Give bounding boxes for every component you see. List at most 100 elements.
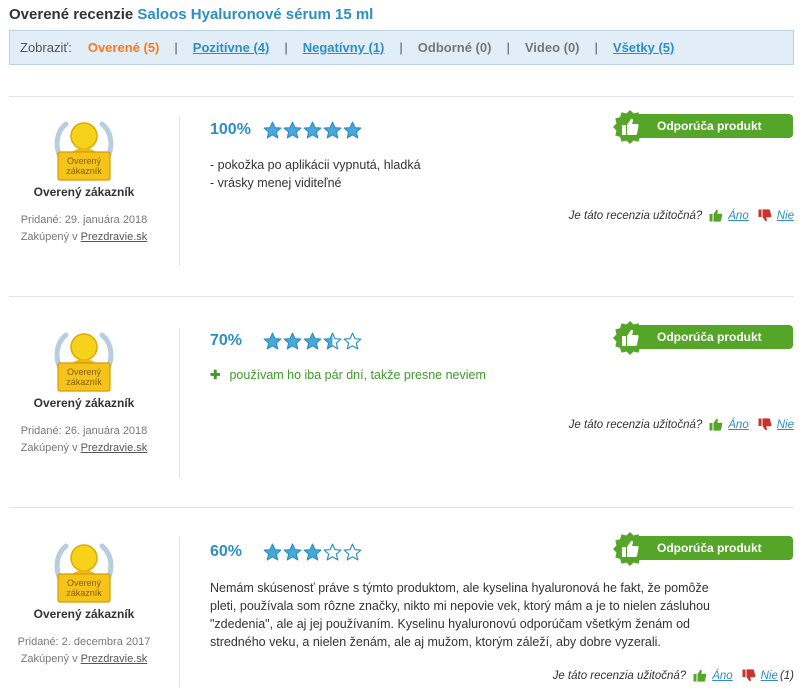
review-meta: Pridané: 2. decembra 2017 Zakúpený v Pre… (9, 634, 159, 668)
review-helpful: Je táto recenzia užitočná? Áno Nie (1) (553, 669, 794, 682)
thumb-up-icon[interactable] (709, 418, 723, 431)
review-date: Pridané: 29. januára 2018 (20, 214, 148, 226)
review-meta: Pridané: 29. januára 2018 Zakúpený v Pre… (9, 212, 159, 246)
star-empty-icon (323, 543, 342, 561)
review-author: Overený zákazník (33, 607, 135, 621)
shop-link[interactable]: Prezdravie.sk (81, 653, 148, 665)
recommend-label: Odporúča produkt (627, 536, 793, 560)
star-full-icon (303, 543, 322, 561)
filter-verified[interactable]: Overené (5) (88, 40, 160, 55)
star-full-icon (283, 332, 302, 350)
filter-separator: | (399, 40, 403, 55)
filter-label: Zobraziť: (20, 40, 72, 55)
star-full-icon (263, 121, 282, 139)
rating-stars (263, 121, 362, 140)
review-divider (9, 96, 794, 97)
plus-icon: ✚ (210, 368, 221, 382)
review-item: Overený zákazník Overený zákazník Pridané… (9, 507, 794, 699)
helpful-yes-link[interactable]: Áno (712, 670, 732, 682)
review-source: Zakúpený v Prezdravie.sk (9, 651, 159, 668)
filter-expert[interactable]: Odborné (0) (418, 40, 492, 55)
review-source: Zakúpený v Prezdravie.sk (9, 229, 159, 246)
filter-negative[interactable]: Negatívny (1) (303, 40, 385, 55)
thumbs-up-seal-icon (613, 532, 647, 566)
filter-separator: | (174, 40, 178, 55)
review-divider (9, 507, 794, 508)
star-full-icon (323, 121, 342, 139)
review-author: Overený zákazník (33, 185, 135, 199)
review-source-prefix: Zakúpený v (20, 442, 78, 454)
review-column-divider (179, 537, 180, 687)
review-pro-text: používam ho iba pár dní, takže presne ne… (229, 368, 486, 382)
page-title: Overené recenzie Saloos Hyaluronové séru… (9, 6, 373, 23)
recommend-label: Odporúča produkt (627, 325, 793, 349)
svg-text:Overený: Overený (67, 156, 102, 166)
thumb-down-icon[interactable] (742, 669, 756, 682)
review-divider (9, 296, 794, 297)
filter-separator: | (506, 40, 510, 55)
review-item: Overený zákazník Overený zákazník Pridané… (9, 96, 794, 296)
filter-separator: | (594, 40, 598, 55)
review-source-prefix: Zakúpený v (20, 653, 78, 665)
helpful-question: Je táto recenzia užitočná? (568, 209, 703, 222)
filter-positive[interactable]: Pozitívne (4) (193, 40, 270, 55)
filter-video[interactable]: Video (0) (525, 40, 580, 55)
review-helpful: Je táto recenzia užitočná? Áno Nie (569, 209, 794, 222)
recommends-product-badge: Odporúča produkt (613, 321, 793, 355)
helpful-no-link[interactable]: Nie (777, 419, 794, 431)
review-filter-bar: Zobraziť: Overené (5) | Pozitívne (4) | … (9, 30, 794, 65)
shop-link[interactable]: Prezdravie.sk (81, 442, 148, 454)
review-text-line: pleti, používala som rôzne značky, nikto… (210, 599, 711, 613)
review-text-line: - pokožka po aplikácii vypnutá, hladká (210, 158, 421, 172)
review-text: - pokožka po aplikácii vypnutá, hladká -… (210, 156, 421, 192)
star-full-icon (263, 332, 282, 350)
verified-customer-badge-icon: Overený zákazník (52, 327, 116, 395)
review-text: Nemám skúsenosť práve s týmto produktom,… (210, 579, 710, 651)
star-empty-icon (343, 332, 362, 350)
thumb-down-icon[interactable] (758, 209, 772, 222)
star-empty-icon (343, 543, 362, 561)
review-source-prefix: Zakúpený v (20, 231, 78, 243)
svg-text:zákazník: zákazník (66, 588, 102, 598)
review-helpful: Je táto recenzia užitočná? Áno Nie (569, 418, 794, 431)
review-text-line: Nemám skúsenosť práve s týmto produktom,… (210, 581, 709, 595)
review-date: Pridané: 2. decembra 2017 (17, 636, 151, 648)
filter-separator: | (284, 40, 288, 55)
review-text-line: "zdedenia", ale aj jej používaním. Kysel… (210, 617, 690, 631)
svg-text:zákazník: zákazník (66, 377, 102, 387)
helpful-no-count: (1) (779, 669, 794, 682)
thumb-up-icon[interactable] (709, 209, 723, 222)
recommend-label: Odporúča produkt (627, 114, 793, 138)
filter-all[interactable]: Všetky (5) (613, 40, 674, 55)
helpful-yes-link[interactable]: Áno (728, 419, 748, 431)
helpful-question: Je táto recenzia užitočná? (552, 669, 687, 682)
thumb-up-icon[interactable] (693, 669, 707, 682)
product-name[interactable]: Saloos Hyaluronové sérum 15 ml (137, 6, 373, 23)
star-full-icon (263, 543, 282, 561)
rating-percent: 60% (210, 543, 243, 560)
rating-stars (263, 543, 362, 562)
recommends-product-badge: Odporúča produkt (613, 110, 793, 144)
review-column-divider (179, 116, 180, 266)
thumb-down-icon[interactable] (758, 418, 772, 431)
review-date: Pridané: 26. januára 2018 (20, 425, 148, 437)
review-item: Overený zákazník Overený zákazník Pridané… (9, 296, 794, 508)
recommends-product-badge: Odporúča produkt (613, 532, 793, 566)
helpful-no-link[interactable]: Nie (761, 670, 778, 682)
star-full-icon (283, 543, 302, 561)
star-full-icon (303, 121, 322, 139)
star-full-icon (343, 121, 362, 139)
review-text-line: stredného veku, a nielen ženám, ale aj m… (210, 635, 661, 649)
star-half-icon (323, 332, 342, 350)
review-column-divider (179, 328, 180, 478)
thumbs-up-seal-icon (613, 321, 647, 355)
helpful-no-link[interactable]: Nie (777, 210, 794, 222)
review-text-line: - vrásky menej viditeľné (210, 176, 342, 190)
review-meta: Pridané: 26. januára 2018 Zakúpený v Pre… (9, 423, 159, 457)
helpful-question: Je táto recenzia užitočná? (568, 418, 703, 431)
shop-link[interactable]: Prezdravie.sk (81, 231, 148, 243)
star-full-icon (283, 121, 302, 139)
svg-text:Overený: Overený (67, 578, 102, 588)
helpful-yes-link[interactable]: Áno (728, 210, 748, 222)
svg-text:Overený: Overený (67, 367, 102, 377)
